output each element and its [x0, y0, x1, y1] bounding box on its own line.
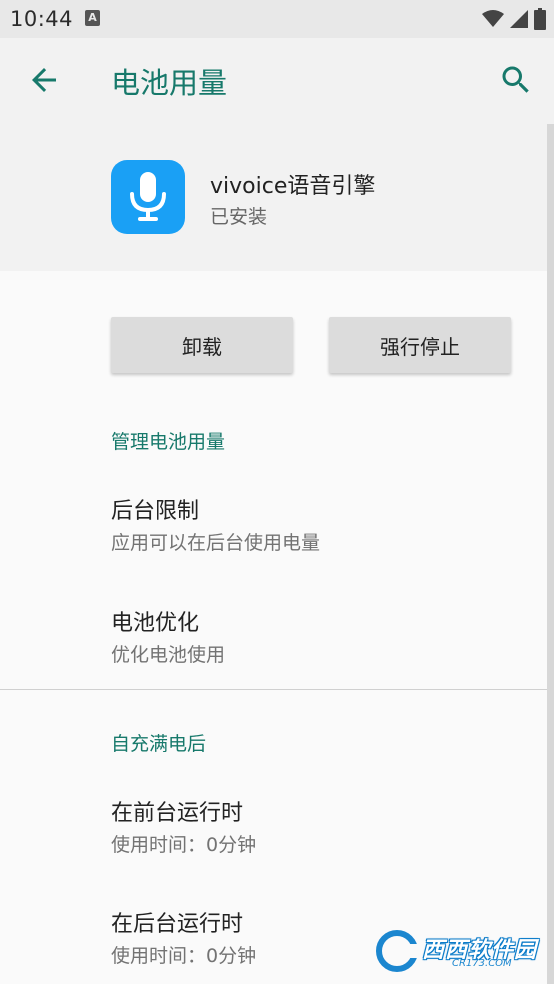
app-info-header: vivoice语音引擎 已安装	[0, 124, 554, 271]
status-bar: 10:44 A	[0, 0, 554, 38]
back-button[interactable]	[26, 62, 62, 98]
list-item-subtitle: 使用时间：0分钟	[111, 834, 257, 856]
list-item-title: 在后台运行时	[111, 912, 244, 937]
status-time: 10:44	[10, 7, 74, 31]
app-icon	[111, 160, 185, 234]
arrow-back-icon	[32, 68, 56, 92]
list-item-title: 在前台运行时	[111, 801, 244, 826]
app-name: vivoice语音引擎	[210, 174, 376, 199]
scrollbar[interactable]	[547, 124, 554, 984]
list-item-subtitle: 使用时间：0分钟	[111, 945, 257, 967]
list-item-subtitle: 优化电池使用	[111, 644, 226, 666]
battery-icon	[534, 8, 546, 30]
wifi-icon	[482, 10, 504, 27]
microphone-icon	[130, 172, 166, 221]
notification-icon: A	[85, 10, 100, 26]
battery-usage-screen: 10:44 A 电池用量 vivoice语音引擎 已安装 卸载 强行停止 管理电…	[0, 0, 554, 984]
app-install-status: 已安装	[210, 206, 268, 228]
app-bar: 电池用量	[0, 38, 554, 124]
list-item-foreground-usage[interactable]: 在前台运行时 使用时间：0分钟	[0, 795, 547, 895]
list-item-background-restriction[interactable]: 后台限制 应用可以在后台使用电量	[0, 493, 547, 593]
section-title-since-full-charge: 自充满电后	[111, 733, 207, 755]
status-icons	[482, 7, 546, 31]
list-item-battery-optimization[interactable]: 电池优化 优化电池使用	[0, 605, 547, 705]
watermark-logo-icon	[376, 930, 420, 972]
list-item-subtitle: 应用可以在后台使用电量	[111, 532, 321, 554]
section-title-manage-battery: 管理电池用量	[111, 431, 226, 453]
uninstall-button[interactable]: 卸载	[111, 317, 293, 373]
search-icon	[502, 66, 529, 93]
settings-content: 卸载 强行停止 管理电池用量 后台限制 应用可以在后台使用电量 电池优化 优化电…	[0, 271, 554, 984]
site-watermark: 西西软件园 CR173.COM	[374, 928, 542, 974]
list-item-title: 后台限制	[111, 499, 200, 524]
search-button[interactable]	[498, 62, 534, 98]
watermark-subtext: CR173.COM	[452, 958, 512, 969]
page-title: 电池用量	[111, 66, 228, 100]
section-divider	[0, 689, 554, 690]
signal-icon	[510, 10, 528, 28]
force-stop-button[interactable]: 强行停止	[329, 317, 511, 373]
list-item-title: 电池优化	[111, 611, 200, 636]
